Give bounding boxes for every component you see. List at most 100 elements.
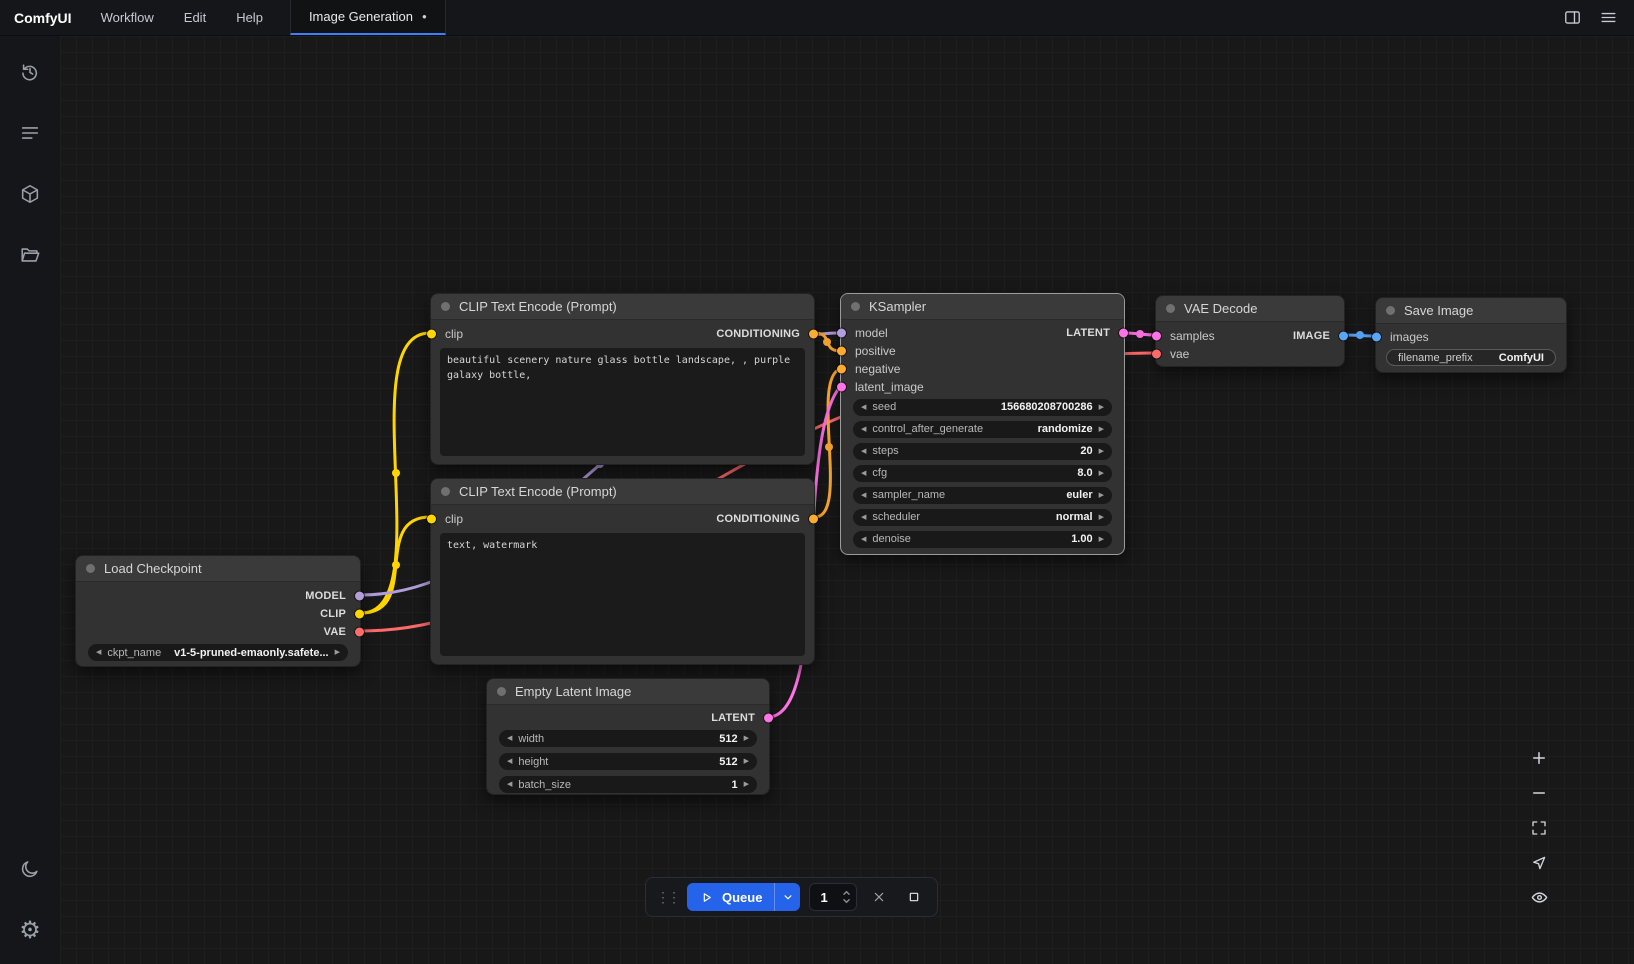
slot-dot-latent-output[interactable] [764,714,773,723]
increment-arrow-icon[interactable]: ▶ [744,781,749,788]
tab-image-generation[interactable]: Image Generation ● [290,0,446,35]
slot-dot-latent-output[interactable] [1119,329,1128,338]
collapse-dot-icon[interactable] [1386,306,1395,315]
slot-dot-conditioning-output[interactable] [809,330,818,339]
spinner-down-icon[interactable] [842,898,851,904]
model-library-icon[interactable] [10,174,50,214]
collapse-dot-icon[interactable] [441,302,450,311]
collapse-dot-icon[interactable] [441,487,450,496]
menu-help[interactable]: Help [221,0,278,35]
workflow-history-icon[interactable] [10,52,50,92]
decrement-arrow-icon[interactable]: ◀ [96,649,101,656]
slot-dot-clip-input[interactable] [427,330,436,339]
batch-count-spinner[interactable]: 1 [809,883,857,911]
batch-size-widget[interactable]: ◀ batch_size 1 ▶ [499,776,757,793]
slot-dot-negative-input[interactable] [837,365,846,374]
node-empty-latent-image[interactable]: Empty Latent Image LATENT ◀ width 512 ▶ … [486,678,770,795]
queue-log-icon[interactable] [10,113,50,153]
slot-dot-positive-input[interactable] [837,347,846,356]
slot-dot-conditioning-output[interactable] [809,515,818,524]
stop-icon[interactable] [901,884,927,910]
decrement-arrow-icon[interactable]: ◀ [861,426,866,433]
clear-queue-icon[interactable] [866,884,892,910]
increment-arrow-icon[interactable]: ▶ [1099,426,1104,433]
slot-dot-clip-output[interactable] [355,610,364,619]
steps-widget[interactable]: ◀ steps 20 ▶ [853,443,1112,460]
hamburger-menu-icon[interactable] [1594,4,1622,32]
workflows-folder-icon[interactable] [10,235,50,275]
collapse-dot-icon[interactable] [497,687,506,696]
decrement-arrow-icon[interactable]: ◀ [507,735,512,742]
increment-arrow-icon[interactable]: ▶ [744,758,749,765]
seed-widget[interactable]: ◀ seed 156680208700286 ▶ [853,399,1112,416]
slot-dot-model-output[interactable] [355,592,364,601]
slot-dot-samples-input[interactable] [1152,332,1161,341]
slot-dot-model-input[interactable] [837,329,846,338]
drag-handle-icon[interactable]: ⋮⋮ [656,889,678,906]
increment-arrow-icon[interactable]: ▶ [744,735,749,742]
queue-button[interactable]: Queue [687,883,800,911]
cfg-widget[interactable]: ◀ cfg 8.0 ▶ [853,465,1112,482]
width-widget[interactable]: ◀ width 512 ▶ [499,730,757,747]
prompt-textarea[interactable]: text, watermark [440,533,805,656]
decrement-arrow-icon[interactable]: ◀ [861,448,866,455]
queue-button-main[interactable]: Queue [687,883,774,911]
node-header[interactable]: VAE Decode [1156,296,1344,322]
fit-view-icon[interactable] [1520,810,1558,845]
decrement-arrow-icon[interactable]: ◀ [861,536,866,543]
settings-gear-icon[interactable]: ⚙ [10,910,50,950]
queue-options-chevron-icon[interactable] [774,883,800,911]
increment-arrow-icon[interactable]: ▶ [1099,514,1104,521]
increment-arrow-icon[interactable]: ▶ [1099,470,1104,477]
node-ksampler[interactable]: KSampler model LATENT positive negative … [840,293,1125,555]
slot-dot-vae-input[interactable] [1152,350,1161,359]
decrement-arrow-icon[interactable]: ◀ [861,514,866,521]
increment-arrow-icon[interactable]: ▶ [1099,448,1104,455]
node-header[interactable]: Load Checkpoint [76,556,360,582]
toggle-link-visibility-eye-icon[interactable] [1520,880,1558,915]
node-header[interactable]: CLIP Text Encode (Prompt) [431,479,814,505]
menu-edit[interactable]: Edit [169,0,221,35]
decrement-arrow-icon[interactable]: ◀ [507,758,512,765]
slot-dot-latent-image-input[interactable] [837,383,846,392]
slot-dot-vae-output[interactable] [355,628,364,637]
menu-workflow[interactable]: Workflow [86,0,169,35]
slot-dot-clip-input[interactable] [427,515,436,524]
node-header[interactable]: CLIP Text Encode (Prompt) [431,294,814,320]
collapse-dot-icon[interactable] [1166,304,1175,313]
decrement-arrow-icon[interactable]: ◀ [861,470,866,477]
slot-dot-images-input[interactable] [1372,333,1381,342]
node-load-checkpoint[interactable]: Load Checkpoint MODEL CLIP VAE ◀ ckpt_na… [75,555,361,667]
zoom-in-icon[interactable] [1520,740,1558,775]
node-header[interactable]: Empty Latent Image [487,679,769,705]
decrement-arrow-icon[interactable]: ◀ [861,492,866,499]
increment-arrow-icon[interactable]: ▶ [1099,536,1104,543]
increment-arrow-icon[interactable]: ▶ [1099,492,1104,499]
zoom-out-icon[interactable] [1520,775,1558,810]
theme-toggle-moon-icon[interactable] [10,849,50,889]
increment-arrow-icon[interactable]: ▶ [1099,404,1104,411]
node-save-image[interactable]: Save Image images filename_prefix ComfyU… [1375,297,1567,373]
prompt-textarea[interactable]: beautiful scenery nature glass bottle la… [440,348,805,456]
decrement-arrow-icon[interactable]: ◀ [507,781,512,788]
ckpt-name-widget[interactable]: ◀ ckpt_name v1-5-pruned-emaonly.safete..… [88,644,348,661]
decrement-arrow-icon[interactable]: ◀ [861,404,866,411]
height-widget[interactable]: ◀ height 512 ▶ [499,753,757,770]
denoise-widget[interactable]: ◀ denoise 1.00 ▶ [853,531,1112,548]
sampler-name-widget[interactable]: ◀ sampler_name euler ▶ [853,487,1112,504]
collapse-dot-icon[interactable] [86,564,95,573]
spinner-up-icon[interactable] [842,890,851,896]
scheduler-widget[interactable]: ◀ scheduler normal ▶ [853,509,1112,526]
node-header[interactable]: Save Image [1376,298,1566,324]
app-logo[interactable]: ComfyUI [0,0,86,35]
node-vae-decode[interactable]: VAE Decode samples IMAGE vae [1155,295,1345,367]
node-header[interactable]: KSampler [841,294,1124,320]
slot-dot-image-output[interactable] [1339,332,1348,341]
node-clip-text-encode-negative[interactable]: CLIP Text Encode (Prompt) clip CONDITION… [430,478,815,665]
pointer-mode-icon[interactable] [1520,845,1558,880]
control-after-generate-widget[interactable]: ◀ control_after_generate randomize ▶ [853,421,1112,438]
increment-arrow-icon[interactable]: ▶ [335,649,340,656]
filename-prefix-widget[interactable]: filename_prefix ComfyUI [1386,349,1556,366]
node-clip-text-encode-positive[interactable]: CLIP Text Encode (Prompt) clip CONDITION… [430,293,815,465]
collapse-dot-icon[interactable] [851,302,860,311]
